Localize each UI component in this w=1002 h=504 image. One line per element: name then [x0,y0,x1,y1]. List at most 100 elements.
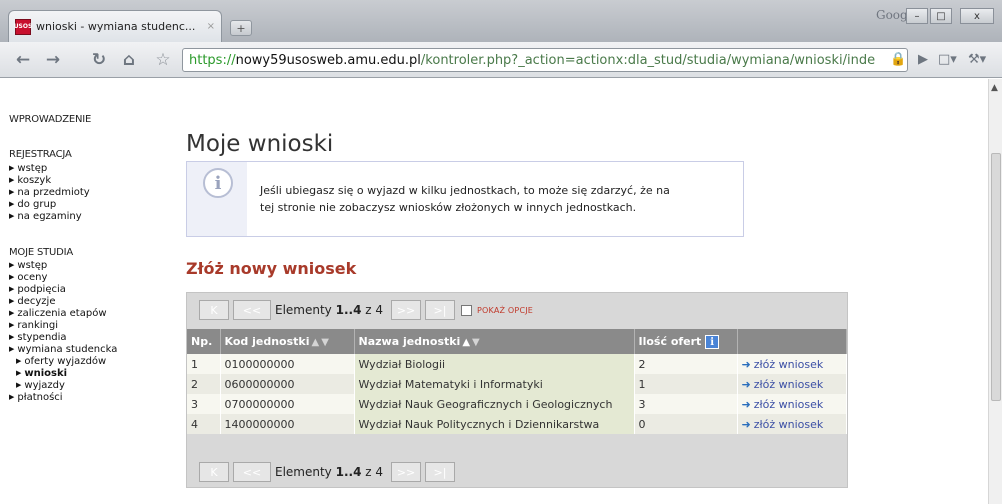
right-arrow-icon: ➜ [741,417,751,431]
prev-page-button[interactable]: << [233,462,271,482]
cell-np: 4 [187,414,221,434]
sidebar-item-na-przedmioty[interactable]: ▶ na przedmioty [9,187,90,198]
cell-nazwa: Wydział Nauk Geograficznych i Geologiczn… [354,394,635,414]
bullet-arrow-icon: ▶ [9,321,15,329]
bookmark-star-icon[interactable]: ☆ [150,48,176,72]
table-row: 2 0600000000 Wydział Matematyki i Inform… [187,374,847,394]
vertical-scrollbar[interactable]: ▲ [988,79,1002,504]
prev-page-button[interactable]: << [233,300,271,320]
sidebar-item-platnosci[interactable]: ▶ płatności [9,392,63,403]
sidebar-heading-rejestracja[interactable]: REJESTRACJA [9,149,72,160]
right-arrow-icon: ➜ [741,357,751,371]
bullet-arrow-icon: ▶ [9,176,15,184]
section-title: Złóż nowy wniosek [186,259,357,278]
cell-nazwa: Wydział Matematyki i Informatyki [354,374,635,394]
submit-application-link[interactable]: ➜ złóż wniosek [737,354,847,374]
page-title: Moje wnioski [186,131,334,157]
table-row: 1 0100000000 Wydział Biologii 2 ➜ złóż wn… [187,354,847,374]
show-options-label[interactable]: POKAŻ OPCJE [477,306,533,315]
sidebar-item-rankingi[interactable]: ▶ rankingi [9,320,58,331]
last-page-button[interactable]: >| [425,462,455,482]
sidebar-item-do-grup[interactable]: ▶ do grup [9,199,56,210]
table-header-row: Np. Kod jednostki ▲ ▼ Nazwa jednostki ▲ ▼ Il… [187,329,847,354]
reload-icon[interactable]: ↻ [86,48,112,72]
right-arrow-icon: ➜ [741,377,751,391]
bullet-arrow-icon: ▶ [16,369,22,377]
cell-nazwa: Wydział Nauk Politycznych i Dziennikarst… [354,414,635,434]
bullet-arrow-icon: ▶ [9,333,15,341]
sidebar-item-stypendia[interactable]: ▶ stypendia [9,332,67,343]
page-menu-icon[interactable]: □▾ [938,52,957,67]
pager-info: Elementy 1..4 z 4 [275,465,383,479]
cell-ilosc: 2 [634,354,738,374]
next-page-button[interactable]: >> [391,300,421,320]
sidebar-item-studia-wstep[interactable]: ▶ wstęp [9,260,47,271]
sidebar-item-zaliczenia-etapow[interactable]: ▶ zaliczenia etapów [9,308,107,319]
cell-nazwa: Wydział Biologii [354,354,635,374]
bullet-arrow-icon: ▶ [9,345,15,353]
first-page-button[interactable]: K [199,300,229,320]
sidebar-item-oceny[interactable]: ▶ oceny [9,272,47,283]
new-tab-button[interactable]: + [230,20,252,36]
maximize-button[interactable]: □ [930,8,952,24]
col-nazwa-jednostki[interactable]: Nazwa jednostki ▲ ▼ [354,329,635,354]
sidebar-item-wprowadzenie[interactable]: WPROWADZENIE [9,114,91,125]
forward-arrow-icon[interactable]: → [40,48,66,72]
col-ilosc-ofert: Ilość ofert i [634,329,738,354]
play-icon[interactable]: ▶ [918,52,928,67]
scroll-thumb[interactable] [991,153,1001,401]
back-arrow-icon[interactable]: ← [10,48,36,72]
bullet-arrow-icon: ▶ [9,297,15,305]
pager-top: K << Elementy 1..4 z 4 >> >| POKAŻ OPCJE [199,299,533,321]
cell-kod: 1400000000 [220,414,355,434]
home-icon[interactable]: ⌂ [116,48,142,72]
units-grid: K << Elementy 1..4 z 4 >> >| POKAŻ OPCJE… [186,292,848,488]
sidebar-item-oferty-wyjazdow[interactable]: ▶ oferty wyjazdów [16,356,106,367]
sidebar-item-decyzje[interactable]: ▶ decyzje [9,296,56,307]
minimize-button[interactable]: – [906,8,928,24]
sort-desc-icon[interactable]: ▼ [472,337,480,348]
bullet-arrow-icon: ▶ [9,188,15,196]
sidebar-item-na-egzaminy[interactable]: ▶ na egzaminy [9,211,82,222]
submit-application-link[interactable]: ➜ złóż wniosek [737,374,847,394]
first-page-button[interactable]: K [199,462,229,482]
sidebar-item-rejestracja-wstep[interactable]: ▶ wstęp [9,163,47,174]
next-page-button[interactable]: >> [391,462,421,482]
sort-desc-icon[interactable]: ▼ [321,337,329,348]
sort-asc-icon[interactable]: ▲ [311,337,319,348]
url-path: /kontroler.php?_action=actionx:dla_stud/… [420,52,876,68]
cell-ilosc: 3 [634,394,738,414]
bullet-arrow-icon: ▶ [9,273,15,281]
address-bar[interactable]: https:// nowy59usosweb.amu.edu.pl /kontr… [182,48,908,72]
tab-close-icon[interactable]: × [207,21,215,32]
close-window-button[interactable]: x [960,8,994,24]
browser-tab[interactable]: USOS wnioski - wymiana studenc... × [8,10,222,42]
sidebar-menu: WPROWADZENIE REJESTRACJA ▶ wstęp ▶ koszyk … [0,79,178,504]
submit-application-link[interactable]: ➜ złóż wniosek [737,414,847,434]
col-np: Np. [187,329,221,354]
info-text: Jeśli ubiegasz się o wyjazd w kilku jedn… [260,182,730,216]
pager-info: Elementy 1..4 z 4 [275,303,383,317]
last-page-button[interactable]: >| [425,300,455,320]
bullet-arrow-icon: ▶ [16,357,22,365]
tab-title: wnioski - wymiana studenc... [36,20,196,33]
sidebar-item-wymiana-studencka[interactable]: ▶ wymiana studencka [9,344,117,355]
sidebar-heading-moje-studia[interactable]: MOJE STUDIA [9,247,73,258]
col-action [737,329,847,354]
wrench-menu-icon[interactable]: ⚒▾ [968,52,986,67]
bullet-arrow-icon: ▶ [16,381,22,389]
col-kod-jednostki[interactable]: Kod jednostki ▲ ▼ [220,329,355,354]
sidebar-item-wyjazdy[interactable]: ▶ wyjazdy [16,380,65,391]
sidebar-item-wnioski[interactable]: ▶ wnioski [16,368,67,379]
help-info-icon[interactable]: i [705,334,720,349]
sidebar-item-koszyk[interactable]: ▶ koszyk [9,175,51,186]
cell-kod: 0700000000 [220,394,355,414]
bullet-arrow-icon: ▶ [9,285,15,293]
info-icon: i [203,168,233,198]
scroll-up-icon[interactable]: ▲ [991,83,998,93]
sort-asc-icon[interactable]: ▲ [462,337,470,348]
submit-application-link[interactable]: ➜ złóż wniosek [737,394,847,414]
sidebar-item-podpiecia[interactable]: ▶ podpięcia [9,284,66,295]
show-options-checkbox[interactable] [461,304,472,316]
padlock-icon[interactable]: 🔒 [890,52,906,67]
